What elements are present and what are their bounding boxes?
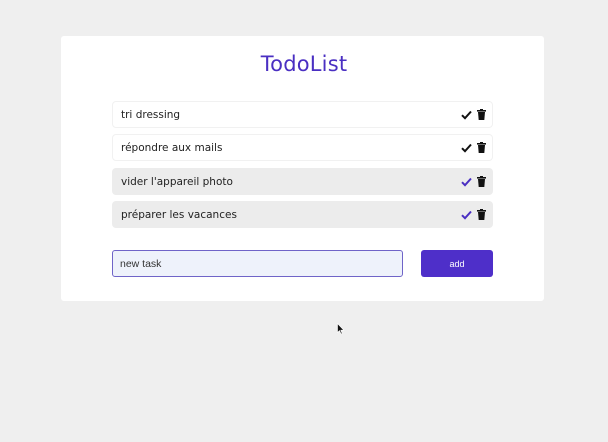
task-actions — [461, 109, 492, 120]
check-icon[interactable] — [461, 177, 472, 187]
mouse-cursor-icon — [337, 320, 345, 335]
trash-icon[interactable] — [477, 142, 486, 153]
task-label: tri dressing — [121, 108, 181, 121]
task-actions — [461, 176, 492, 187]
task-item: répondre aux mails — [112, 134, 493, 161]
trash-icon[interactable] — [477, 109, 486, 120]
add-button[interactable]: add — [421, 250, 493, 277]
task-label: répondre aux mails — [121, 141, 223, 154]
task-item-done: préparer les vacances — [112, 201, 493, 228]
task-label: vider l'appareil photo — [121, 175, 233, 188]
new-task-input[interactable] — [112, 250, 403, 277]
task-actions — [461, 142, 492, 153]
page-title: TodoList — [260, 52, 348, 76]
task-item-done: vider l'appareil photo — [112, 168, 493, 195]
task-actions — [461, 209, 492, 220]
check-icon[interactable] — [461, 210, 472, 220]
trash-icon[interactable] — [477, 209, 486, 220]
check-icon[interactable] — [461, 110, 472, 120]
check-icon[interactable] — [461, 143, 472, 153]
task-item: tri dressing — [112, 101, 493, 128]
trash-icon[interactable] — [477, 176, 486, 187]
task-label: préparer les vacances — [121, 208, 237, 221]
